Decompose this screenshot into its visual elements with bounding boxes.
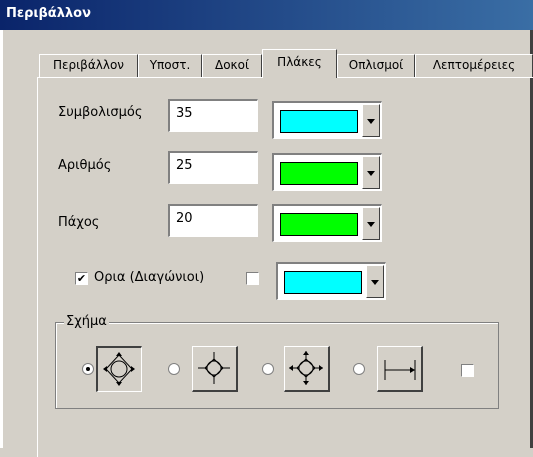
tab-details[interactable]: Λεπτομέρειες — [415, 54, 533, 77]
shape-radio-4[interactable] — [353, 363, 365, 375]
window-title: Περιβάλλον — [6, 6, 91, 21]
shape-group-title: Σχήμα — [64, 314, 109, 329]
title-bar: Περιβάλλον — [0, 0, 533, 30]
borders-second-checkbox[interactable] — [246, 272, 259, 285]
diamond-plain-icon — [198, 352, 230, 384]
thickness-input[interactable]: 20 — [168, 204, 258, 237]
shape-radio-3[interactable] — [262, 363, 274, 375]
shape-extra-checkbox[interactable] — [461, 364, 474, 377]
number-input[interactable]: 25 — [168, 151, 258, 184]
borders-checkbox[interactable]: ✔ — [75, 272, 88, 285]
thickness-color-swatch — [280, 213, 358, 236]
chevron-down-icon[interactable] — [362, 207, 380, 240]
shape-button-3[interactable] — [284, 346, 330, 392]
tab-supports[interactable]: Υποστ. — [138, 54, 202, 77]
chevron-down-icon[interactable] — [362, 104, 380, 137]
symbolism-color-select[interactable] — [272, 101, 382, 139]
number-color-swatch — [280, 162, 358, 185]
chevron-down-icon[interactable] — [362, 156, 380, 189]
line-icon — [384, 360, 416, 380]
chevron-down-icon[interactable] — [366, 265, 384, 298]
diamond-arrows-small-icon — [289, 351, 323, 385]
thickness-color-select[interactable] — [272, 204, 382, 242]
borders-color-swatch — [284, 271, 362, 294]
tab-slabs[interactable]: Πλάκες — [262, 49, 337, 78]
number-value: 25 — [176, 158, 193, 173]
symbolism-value: 35 — [176, 106, 193, 121]
thickness-value: 20 — [176, 211, 193, 226]
number-color-select[interactable] — [272, 153, 382, 191]
symbolism-color-swatch — [280, 110, 358, 133]
shape-button-1[interactable] — [96, 346, 142, 392]
thickness-label: Πάχος — [58, 215, 100, 230]
window-frame-left — [0, 30, 3, 448]
symbolism-input[interactable]: 35 — [168, 99, 258, 132]
diamond-arrows-icon — [103, 352, 135, 386]
symbolism-label: Συμβολισμός — [58, 105, 143, 120]
number-label: Αριθμός — [58, 158, 112, 173]
radio-dot — [86, 367, 90, 371]
tab-environment[interactable]: Περιβάλλον — [39, 54, 138, 77]
borders-color-select[interactable] — [276, 262, 386, 300]
tab-beams[interactable]: Δοκοί — [202, 54, 262, 77]
shape-radio-2[interactable] — [168, 363, 180, 375]
shape-radio-1[interactable] — [82, 363, 94, 375]
borders-label: Ορια (Διαγώνιοι) — [94, 270, 205, 285]
shape-button-4[interactable] — [377, 346, 423, 392]
tab-reinforcement[interactable]: Οπλισμοί — [337, 54, 415, 77]
shape-button-2[interactable] — [192, 346, 238, 392]
